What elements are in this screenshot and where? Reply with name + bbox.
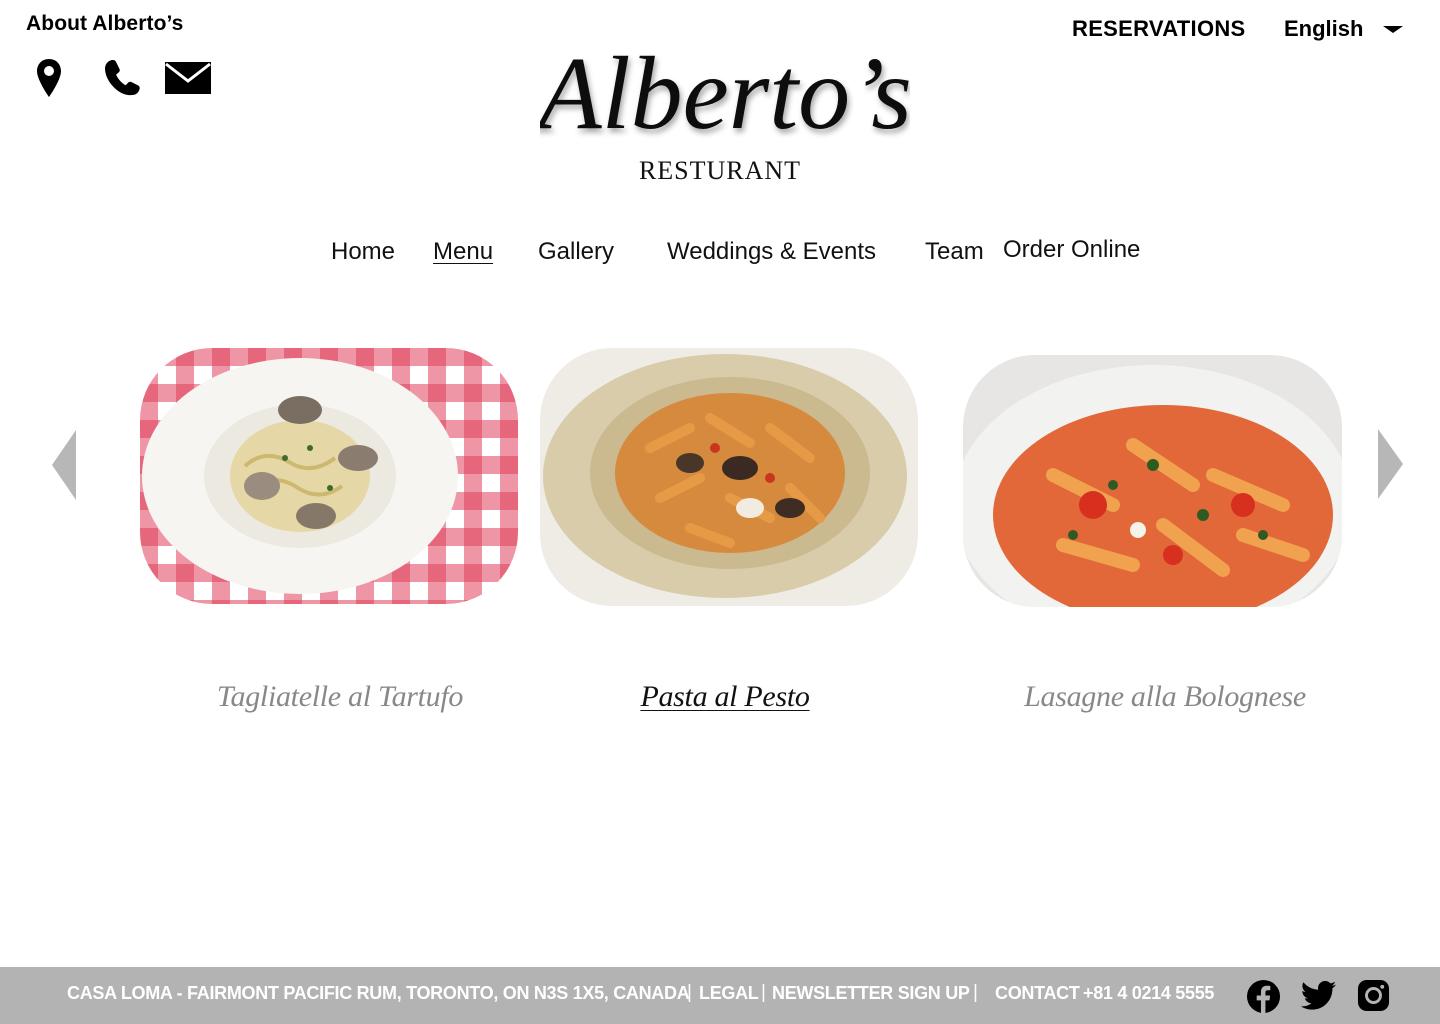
nav-item-order-online[interactable]: Order Online (1003, 236, 1140, 264)
language-label: English (1284, 16, 1364, 41)
footer-separator: | (761, 982, 766, 1003)
chevron-right-icon[interactable] (1378, 429, 1403, 499)
location-pin-icon[interactable] (34, 58, 64, 98)
phone-icon[interactable] (104, 58, 144, 98)
dish-card-lasagne[interactable] (963, 355, 1342, 607)
dish-image-lasagne (963, 355, 1342, 607)
dish-name-pasta-pesto[interactable]: Pasta al Pesto (565, 680, 885, 714)
contact-icons (34, 58, 212, 98)
footer-newsletter-link[interactable]: NEWSLETTER SIGN UP (772, 983, 970, 1004)
facebook-icon[interactable] (1246, 979, 1281, 1014)
dish-name-lasagne[interactable]: Lasagne alla Bolognese (1005, 680, 1325, 714)
logo-subtitle: RESTURANT (638, 156, 802, 185)
nav-item-weddings-events[interactable]: Weddings & Events (667, 238, 876, 266)
dish-card-tagliatelle[interactable] (140, 348, 518, 604)
logo[interactable]: Alberto’s (540, 26, 910, 146)
reservations-button[interactable]: RESERVATIONS (1072, 16, 1246, 42)
email-icon[interactable] (164, 60, 212, 96)
instagram-icon[interactable] (1357, 979, 1390, 1012)
nav-item-home[interactable]: Home (331, 238, 395, 266)
twitter-icon[interactable] (1301, 981, 1337, 1011)
logo-text: Alberto’s (540, 36, 910, 146)
footer-contact-label: CONTACT (995, 983, 1080, 1003)
dish-image-tagliatelle (140, 348, 518, 604)
nav-item-menu[interactable]: Menu (433, 238, 493, 266)
footer-separator: | (973, 982, 978, 1003)
nav-item-gallery[interactable]: Gallery (538, 238, 614, 266)
language-select[interactable]: English (1284, 16, 1404, 42)
footer-separator: | (687, 982, 692, 1003)
footer-legal-link[interactable]: LEGAL (699, 983, 759, 1004)
chevron-left-icon[interactable] (52, 430, 76, 500)
dish-name-tagliatelle[interactable]: Tagliatelle al Tartufo (180, 680, 500, 714)
main-nav: Home Menu Gallery Weddings & Events Team… (0, 236, 1440, 272)
footer-phone-link[interactable]: +81 4 0214 5555 (1083, 983, 1214, 1004)
chevron-down-icon (1383, 25, 1404, 33)
nav-item-team[interactable]: Team (925, 238, 984, 266)
dish-card-pasta-pesto[interactable] (540, 348, 918, 606)
footer-address: CASA LOMA - FAIRMONT PACIFIC RUM, TORONT… (67, 983, 690, 1003)
footer: CASA LOMA - FAIRMONT PACIFIC RUM, TORONT… (0, 967, 1440, 1024)
about-link[interactable]: About Alberto’s (26, 12, 183, 36)
dish-image-pasta-pesto (540, 348, 918, 606)
